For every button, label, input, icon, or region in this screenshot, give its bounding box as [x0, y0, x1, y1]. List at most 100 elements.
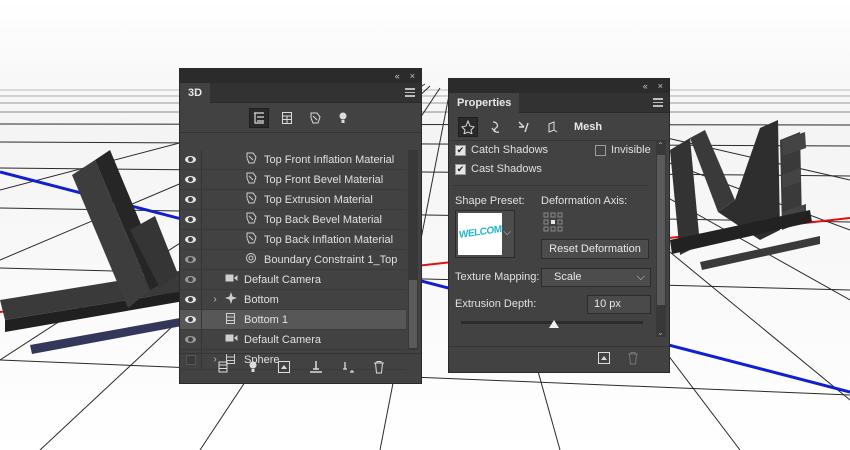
- layer-row-label: Top Back Inflation Material: [264, 233, 394, 246]
- layer-row[interactable]: Top Back Inflation Material: [180, 229, 406, 250]
- render-icon[interactable]: [597, 351, 611, 368]
- eye-icon: [185, 336, 196, 343]
- texture-mapping-select[interactable]: Scale ⌵: [541, 268, 651, 287]
- render-icon[interactable]: [277, 360, 291, 377]
- invisible-row[interactable]: Invisible: [595, 144, 651, 156]
- visibility-toggle[interactable]: [180, 169, 202, 190]
- scene-icon[interactable]: [248, 107, 269, 128]
- visibility-toggle[interactable]: [180, 209, 202, 230]
- tab-3d[interactable]: 3D: [180, 83, 211, 103]
- shape-preset-thumbnail: WELCOM: [458, 213, 502, 255]
- eye-icon: [185, 296, 196, 303]
- panel-menu-icon[interactable]: [653, 98, 663, 107]
- tab-properties[interactable]: Properties: [449, 93, 520, 113]
- material-icon: [242, 232, 260, 247]
- visibility-toggle[interactable]: [180, 289, 202, 310]
- visibility-toggle[interactable]: [180, 249, 202, 270]
- properties-scroll-down-icon[interactable]: ⌄: [657, 328, 664, 337]
- properties-scrollthumb[interactable]: [657, 155, 665, 305]
- properties-scrollbar[interactable]: ⌃ ⌄: [656, 141, 666, 337]
- new-mesh-icon[interactable]: [217, 360, 229, 377]
- panel-menu-icon[interactable]: [405, 88, 415, 97]
- layer-row[interactable]: Boundary Constraint 1_Top: [180, 249, 406, 270]
- layer-row[interactable]: Top Front Inflation Material: [180, 149, 406, 170]
- ground-icon[interactable]: [309, 360, 323, 377]
- layer-row-label: Top Front Inflation Material: [264, 153, 395, 166]
- material-filter-icon[interactable]: [305, 108, 325, 128]
- visibility-toggle[interactable]: [180, 269, 202, 290]
- eye-icon: [185, 216, 196, 223]
- catch-shadows-checkbox[interactable]: ✔: [455, 144, 466, 156]
- layer-row[interactable]: Top Extrusion Material: [180, 189, 406, 210]
- close-icon[interactable]: ×: [658, 81, 663, 91]
- layer-row[interactable]: Top Back Bevel Material: [180, 209, 406, 230]
- layer-row-label: Default Camera: [244, 273, 322, 286]
- deform-mode-icon[interactable]: [486, 117, 506, 137]
- 3d-panel-tabbar: 3D: [180, 83, 421, 103]
- eye-icon: [185, 196, 196, 203]
- extrusion-depth-slider-thumb[interactable]: [548, 320, 559, 328]
- layer-row-label: Boundary Constraint 1_Top: [264, 253, 398, 266]
- layer-row[interactable]: Bottom 1: [180, 309, 406, 330]
- material-filter-glyph: [310, 112, 321, 123]
- mesh-mode-icon[interactable]: [458, 116, 478, 137]
- invisible-checkbox[interactable]: [595, 144, 606, 156]
- extrusion-depth-input[interactable]: 10 px: [587, 295, 651, 314]
- eye-icon: [185, 256, 196, 263]
- 3d-list-scrollthumb[interactable]: [409, 280, 417, 348]
- properties-bottom-bar: [449, 346, 669, 372]
- constraint-icon: [242, 252, 260, 267]
- visibility-toggle[interactable]: [180, 329, 202, 350]
- material-icon: [242, 152, 260, 167]
- collapse-icon[interactable]: «: [643, 81, 648, 91]
- catch-shadows-row[interactable]: ✔ Catch Shadows: [455, 144, 548, 156]
- texture-mapping-label: Texture Mapping:: [455, 271, 540, 283]
- visibility-toggle[interactable]: [180, 149, 202, 170]
- delete-icon[interactable]: [627, 351, 639, 368]
- properties-panel: « × Properties Mesh ✔ Catch Shadows Invi…: [448, 78, 670, 373]
- extrusion-depth-value: 10 px: [594, 298, 621, 310]
- reset-deformation-button[interactable]: Reset Deformation: [541, 239, 649, 259]
- 3d-panel-chrome: « ×: [180, 69, 421, 83]
- chevron-right-icon[interactable]: ›: [208, 294, 222, 305]
- light-filter-icon[interactable]: [333, 108, 353, 128]
- layer-row[interactable]: Top Front Bevel Material: [180, 169, 406, 190]
- collapse-icon[interactable]: «: [395, 71, 400, 81]
- cap-mode-icon[interactable]: [514, 117, 534, 137]
- shape-preset-picker[interactable]: WELCOM ⌵: [455, 210, 515, 258]
- layer-row-label: Top Back Bevel Material: [264, 213, 382, 226]
- 3d-viewport[interactable]: W: [0, 0, 850, 450]
- eye-icon: [185, 176, 196, 183]
- cap-mode-glyph: [518, 121, 529, 132]
- layer-row[interactable]: Default Camera: [180, 329, 406, 350]
- mesh-filter-icon[interactable]: [277, 108, 297, 128]
- deform-mode-glyph: [491, 120, 500, 133]
- material-icon: [242, 172, 260, 187]
- layer-row-label: Top Extrusion Material: [264, 193, 373, 206]
- scene-settings-icon[interactable]: [341, 360, 355, 377]
- delete-glyph: [373, 361, 384, 374]
- visibility-toggle[interactable]: [180, 309, 202, 330]
- visibility-toggle[interactable]: [180, 189, 202, 210]
- deformation-axis-label: Deformation Axis:: [541, 195, 628, 207]
- layer-row[interactable]: › Bottom: [180, 289, 406, 310]
- new-light-glyph: [249, 361, 256, 372]
- invisible-label: Invisible: [611, 144, 651, 156]
- delete-icon[interactable]: [373, 360, 385, 377]
- coordinates-mode-icon[interactable]: [542, 117, 562, 137]
- 3d-list-scrollbar[interactable]: [408, 150, 418, 350]
- delete-glyph: [628, 352, 638, 365]
- mesh-filter-glyph: [281, 111, 292, 124]
- new-light-icon[interactable]: [247, 360, 259, 377]
- close-icon[interactable]: ×: [410, 71, 415, 81]
- deformation-axis-widget[interactable]: [543, 212, 563, 232]
- properties-scroll-up-icon[interactable]: ⌃: [657, 141, 664, 150]
- shape-preset-preview-text: WELCOM: [459, 224, 502, 241]
- mode-label: Mesh: [574, 120, 603, 133]
- layer-row-label: Bottom 1: [244, 313, 289, 326]
- cast-shadows-checkbox[interactable]: ✔: [455, 163, 466, 175]
- layer-row[interactable]: Default Camera: [180, 269, 406, 290]
- visibility-toggle[interactable]: [180, 229, 202, 250]
- cast-shadows-row[interactable]: ✔ Cast Shadows: [455, 163, 542, 175]
- catch-shadows-label: Catch Shadows: [471, 144, 549, 156]
